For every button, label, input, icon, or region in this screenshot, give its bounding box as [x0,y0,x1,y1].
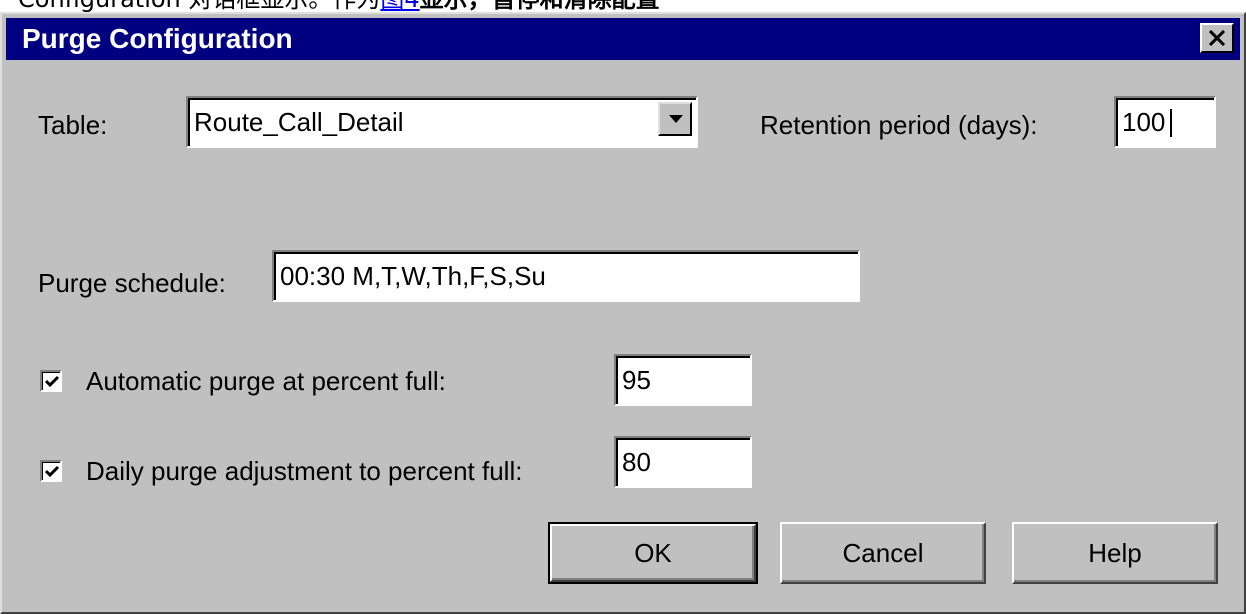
text-cursor [1170,109,1172,137]
caption-link[interactable]: 图4 [380,0,419,12]
title-bar[interactable]: Purge Configuration [6,18,1240,60]
dialog-title: Purge Configuration [22,23,293,54]
close-x-icon [1209,30,1225,46]
purge-schedule-value: 00:30 M,T,W,Th,F,S,Su [280,261,546,291]
checkmark-icon [44,465,60,478]
close-button[interactable] [1200,23,1234,53]
daily-purge-label: Daily purge adjustment to percent full: [86,456,523,486]
chevron-down-icon [669,115,683,123]
ok-button[interactable]: OK [548,522,758,584]
retention-label: Retention period (days): [760,110,1038,140]
table-select[interactable]: Route_Call_Detail [186,96,698,148]
help-button[interactable]: Help [1012,522,1218,584]
auto-purge-percent-input[interactable]: 95 [614,354,752,406]
auto-purge-checkbox[interactable] [40,370,62,392]
table-label: Table: [38,110,108,140]
retention-period-value: 100 [1122,107,1166,137]
daily-purge-percent-input[interactable]: 80 [614,436,752,488]
daily-purge-percent-value: 80 [622,447,651,477]
auto-purge-percent-value: 95 [622,365,651,395]
daily-purge-checkbox[interactable] [40,460,62,482]
caption-text-bold: 显示，暂停和清除配置 [420,0,660,12]
page-caption: Configuration 对话框显示。作为图4显示，暂停和清除配置 [0,0,1246,12]
auto-purge-label: Automatic purge at percent full: [86,366,446,396]
table-select-value: Route_Call_Detail [194,107,404,137]
table-dropdown-button[interactable] [658,102,692,136]
purge-configuration-dialog: Purge Configuration Table: Route_Call_De… [0,12,1246,614]
cancel-button[interactable]: Cancel [780,522,986,584]
retention-period-input[interactable]: 100 [1114,96,1216,148]
purge-schedule-input[interactable]: 00:30 M,T,W,Th,F,S,Su [272,250,860,302]
schedule-label: Purge schedule: [38,268,226,298]
caption-text: Configuration 对话框显示。作为 [18,0,380,12]
checkmark-icon [44,375,60,388]
